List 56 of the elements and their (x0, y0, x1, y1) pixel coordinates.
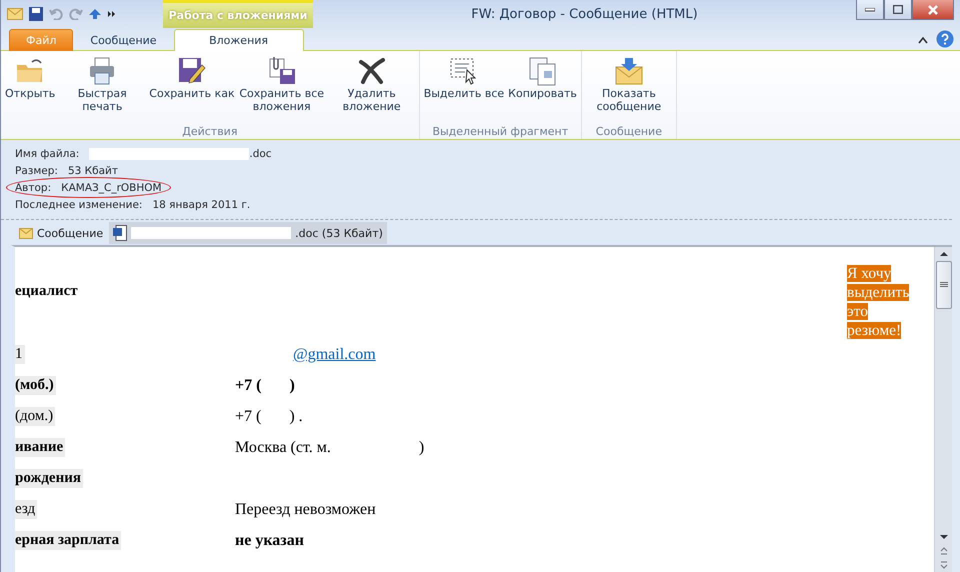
window-title: FW: Договор - Сообщение (HTML) (470, 6, 699, 24)
info-label: Имя файла: (15, 148, 80, 160)
ribbon-button[interactable]: Выделить все (422, 51, 506, 125)
field-label: езд (15, 500, 38, 519)
collapse-ribbon-icon[interactable] (918, 36, 928, 44)
info-value: 18 января 2011 г. (152, 198, 250, 210)
field-value: Переезд невозможен (235, 500, 376, 519)
field-value: не указан (235, 531, 304, 550)
field-label: 1 (15, 345, 24, 364)
help-icon[interactable] (936, 30, 954, 48)
field-value: +7 ( ) (235, 376, 295, 395)
group-label: Действия (181, 125, 238, 139)
more-icon[interactable] (107, 9, 117, 19)
attachment-tab[interactable]: .doc (53 Кбайт) (109, 222, 387, 244)
info-value: КАМАЗ_С_rОВНОМ (61, 182, 162, 194)
info-label: Автор: (15, 182, 52, 194)
scroll-thumb[interactable] (936, 261, 952, 309)
attachment-tab[interactable]: Сообщение (15, 222, 108, 244)
group-label: Сообщение (594, 125, 663, 139)
close-button[interactable] (912, 0, 954, 20)
field-value: Москва (ст. м. ) (235, 438, 424, 457)
ribbon-button[interactable]: Сохранить как (147, 51, 237, 125)
ribbon-button[interactable]: Показать сообщение (584, 51, 674, 125)
ribbon-tab[interactable]: Сообщение (73, 29, 174, 51)
minimize-icon (865, 8, 875, 12)
maximize-button[interactable] (884, 0, 912, 20)
ribbon-button[interactable]: Копировать (506, 51, 579, 125)
group-label: Выделенный фрагмент (431, 125, 570, 139)
envelope-arrow-icon (612, 55, 645, 87)
ribbon-button[interactable]: Удалить вложение (326, 51, 417, 125)
document-icon (113, 225, 128, 241)
field-label: ерная зарплата (15, 531, 122, 550)
minimize-button[interactable] (856, 0, 884, 20)
field-label: (дом.) (15, 407, 56, 426)
field-label: рождения (15, 469, 83, 488)
info-value: 53 Кбайт (68, 164, 118, 176)
highlighted-note: Я хочу выделить это резюме! (847, 264, 910, 340)
envelope-icon (19, 228, 33, 238)
up-arrow-icon[interactable] (89, 9, 101, 19)
info-label: Размер: (15, 164, 58, 176)
document-heading: ециалист (15, 283, 78, 299)
field-label: ивание (15, 438, 66, 457)
close-icon (928, 4, 938, 14)
ribbon-button[interactable]: Сохранить все вложения (236, 51, 327, 125)
email-link[interactable]: @gmail.com (235, 345, 376, 364)
maximize-icon (893, 5, 903, 14)
ribbon-button[interactable]: Открыть (3, 51, 58, 125)
ribbon-button[interactable]: Быстрая печать (57, 51, 148, 125)
info-label: Последнее изменение: (15, 198, 142, 210)
contextual-tab-title: Работа с вложениями (163, 0, 313, 28)
info-value: .doc (249, 148, 272, 160)
field-label: (моб.) (15, 376, 56, 395)
save-icon[interactable] (29, 7, 43, 21)
grip-icon (940, 282, 948, 288)
ribbon-tab[interactable]: Вложения (174, 29, 304, 51)
field-value: +7 ( ) . (235, 407, 303, 426)
